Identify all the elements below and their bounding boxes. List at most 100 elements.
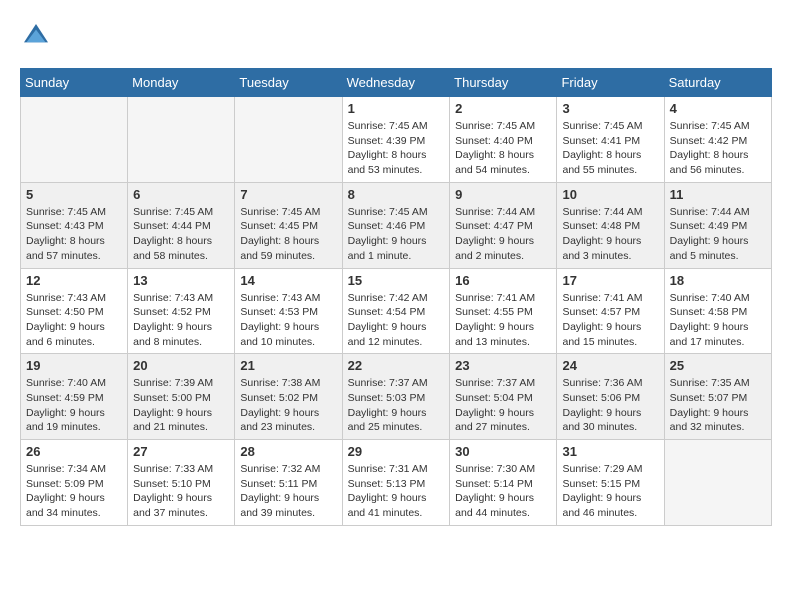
day-info: Sunrise: 7:41 AMSunset: 4:57 PMDaylight:… — [562, 291, 658, 350]
day-number: 5 — [26, 187, 122, 202]
calendar-cell: 3 Sunrise: 7:45 AMSunset: 4:41 PMDaylight… — [557, 97, 664, 183]
weekday-header-tuesday: Tuesday — [235, 69, 342, 97]
calendar-cell: 30Sunrise: 7:30 AMSunset: 5:14 PMDayligh… — [450, 440, 557, 526]
day-number: 8 — [348, 187, 445, 202]
calendar-cell: 2 Sunrise: 7:45 AMSunset: 4:40 PMDaylight… — [450, 97, 557, 183]
calendar-cell: 31 Sunrise: 7:29 AMSunset: 5:15 PMDayligh… — [557, 440, 664, 526]
calendar-cell: 20 Sunrise: 7:39 AMSunset: 5:00 PMDayligh… — [128, 354, 235, 440]
calendar-cell: 10 Sunrise: 7:44 AMSunset: 4:48 PMDayligh… — [557, 182, 664, 268]
day-number: 18 — [670, 273, 766, 288]
day-number: 26 — [26, 444, 122, 459]
day-number: 24 — [562, 358, 658, 373]
day-info: Sunrise: 7:45 AMSunset: 4:39 PMDaylight:… — [348, 119, 445, 178]
day-number: 7 — [240, 187, 336, 202]
logo-icon — [20, 20, 52, 52]
calendar-cell: 9 Sunrise: 7:44 AMSunset: 4:47 PMDaylight… — [450, 182, 557, 268]
calendar-cell: 5 Sunrise: 7:45 AMSunset: 4:43 PMDaylight… — [21, 182, 128, 268]
day-info: Sunrise: 7:42 AMSunset: 4:54 PMDaylight:… — [348, 291, 445, 350]
calendar-cell: 26Sunrise: 7:34 AMSunset: 5:09 PMDayligh… — [21, 440, 128, 526]
day-number: 9 — [455, 187, 551, 202]
day-info: Sunrise: 7:39 AMSunset: 5:00 PMDaylight:… — [133, 376, 229, 435]
calendar-cell: 7 Sunrise: 7:45 AMSunset: 4:45 PMDaylight… — [235, 182, 342, 268]
day-number: 12 — [26, 273, 122, 288]
weekday-header-sunday: Sunday — [21, 69, 128, 97]
calendar-cell: 8 Sunrise: 7:45 AMSunset: 4:46 PMDaylight… — [342, 182, 450, 268]
day-info: Sunrise: 7:43 AMSunset: 4:50 PMDaylight:… — [26, 291, 122, 350]
day-number: 14 — [240, 273, 336, 288]
calendar-cell: 12 Sunrise: 7:43 AMSunset: 4:50 PMDayligh… — [21, 268, 128, 354]
weekday-header-wednesday: Wednesday — [342, 69, 450, 97]
weekday-header-saturday: Saturday — [664, 69, 771, 97]
day-info: Sunrise: 7:45 AMSunset: 4:44 PMDaylight:… — [133, 205, 229, 264]
day-number: 11 — [670, 187, 766, 202]
calendar-cell — [21, 97, 128, 183]
day-number: 13 — [133, 273, 229, 288]
day-info: Sunrise: 7:44 AMSunset: 4:47 PMDaylight:… — [455, 205, 551, 264]
day-info: Sunrise: 7:45 AMSunset: 4:45 PMDaylight:… — [240, 205, 336, 264]
day-info: Sunrise: 7:45 AMSunset: 4:43 PMDaylight:… — [26, 205, 122, 264]
calendar-cell: 29 Sunrise: 7:31 AMSunset: 5:13 PMDayligh… — [342, 440, 450, 526]
day-info: Sunrise: 7:44 AMSunset: 4:48 PMDaylight:… — [562, 205, 658, 264]
calendar-cell: 21 Sunrise: 7:38 AMSunset: 5:02 PMDayligh… — [235, 354, 342, 440]
weekday-header-friday: Friday — [557, 69, 664, 97]
day-number: 6 — [133, 187, 229, 202]
day-number: 16 — [455, 273, 551, 288]
day-info: Sunrise: 7:35 AMSunset: 5:07 PMDaylight:… — [670, 376, 766, 435]
day-info: Sunrise: 7:45 AMSunset: 4:41 PMDaylight:… — [562, 119, 658, 178]
calendar-cell — [664, 440, 771, 526]
day-info: Sunrise: 7:45 AMSunset: 4:46 PMDaylight:… — [348, 205, 445, 264]
day-info: Sunrise: 7:41 AMSunset: 4:55 PMDaylight:… — [455, 291, 551, 350]
calendar-cell: 11 Sunrise: 7:44 AMSunset: 4:49 PMDayligh… — [664, 182, 771, 268]
calendar-week-row: 26Sunrise: 7:34 AMSunset: 5:09 PMDayligh… — [21, 440, 772, 526]
day-info: Sunrise: 7:31 AMSunset: 5:13 PMDaylight:… — [348, 462, 445, 521]
weekday-header-thursday: Thursday — [450, 69, 557, 97]
calendar-cell — [128, 97, 235, 183]
day-number: 29 — [348, 444, 445, 459]
day-number: 20 — [133, 358, 229, 373]
day-info: Sunrise: 7:45 AMSunset: 4:40 PMDaylight:… — [455, 119, 551, 178]
day-info: Sunrise: 7:40 AMSunset: 4:59 PMDaylight:… — [26, 376, 122, 435]
day-number: 3 — [562, 101, 658, 116]
day-info: Sunrise: 7:43 AMSunset: 4:53 PMDaylight:… — [240, 291, 336, 350]
calendar-cell: 16 Sunrise: 7:41 AMSunset: 4:55 PMDayligh… — [450, 268, 557, 354]
day-info: Sunrise: 7:43 AMSunset: 4:52 PMDaylight:… — [133, 291, 229, 350]
day-number: 28 — [240, 444, 336, 459]
day-info: Sunrise: 7:29 AMSunset: 5:15 PMDaylight:… — [562, 462, 658, 521]
day-info: Sunrise: 7:40 AMSunset: 4:58 PMDaylight:… — [670, 291, 766, 350]
calendar-cell — [235, 97, 342, 183]
day-number: 22 — [348, 358, 445, 373]
day-info: Sunrise: 7:45 AMSunset: 4:42 PMDaylight:… — [670, 119, 766, 178]
logo — [20, 20, 56, 52]
day-number: 1 — [348, 101, 445, 116]
weekday-header-monday: Monday — [128, 69, 235, 97]
day-number: 4 — [670, 101, 766, 116]
calendar-cell: 25Sunrise: 7:35 AMSunset: 5:07 PMDayligh… — [664, 354, 771, 440]
day-number: 2 — [455, 101, 551, 116]
calendar-table: SundayMondayTuesdayWednesdayThursdayFrid… — [20, 68, 772, 526]
calendar-cell: 15 Sunrise: 7:42 AMSunset: 4:54 PMDayligh… — [342, 268, 450, 354]
day-info: Sunrise: 7:44 AMSunset: 4:49 PMDaylight:… — [670, 205, 766, 264]
calendar-cell: 4 Sunrise: 7:45 AMSunset: 4:42 PMDaylight… — [664, 97, 771, 183]
day-info: Sunrise: 7:37 AMSunset: 5:04 PMDaylight:… — [455, 376, 551, 435]
day-number: 15 — [348, 273, 445, 288]
calendar-cell: 27Sunrise: 7:33 AMSunset: 5:10 PMDayligh… — [128, 440, 235, 526]
day-number: 27 — [133, 444, 229, 459]
calendar-cell: 22Sunrise: 7:37 AMSunset: 5:03 PMDayligh… — [342, 354, 450, 440]
calendar-cell: 28Sunrise: 7:32 AMSunset: 5:11 PMDayligh… — [235, 440, 342, 526]
calendar-cell: 13 Sunrise: 7:43 AMSunset: 4:52 PMDayligh… — [128, 268, 235, 354]
day-info: Sunrise: 7:36 AMSunset: 5:06 PMDaylight:… — [562, 376, 658, 435]
day-number: 23 — [455, 358, 551, 373]
day-number: 21 — [240, 358, 336, 373]
day-info: Sunrise: 7:38 AMSunset: 5:02 PMDaylight:… — [240, 376, 336, 435]
calendar-cell: 19Sunrise: 7:40 AMSunset: 4:59 PMDayligh… — [21, 354, 128, 440]
calendar-week-row: 5 Sunrise: 7:45 AMSunset: 4:43 PMDaylight… — [21, 182, 772, 268]
day-number: 10 — [562, 187, 658, 202]
calendar-cell: 1 Sunrise: 7:45 AMSunset: 4:39 PMDaylight… — [342, 97, 450, 183]
day-number: 30 — [455, 444, 551, 459]
calendar-cell: 24 Sunrise: 7:36 AMSunset: 5:06 PMDayligh… — [557, 354, 664, 440]
calendar-cell: 17Sunrise: 7:41 AMSunset: 4:57 PMDayligh… — [557, 268, 664, 354]
day-number: 31 — [562, 444, 658, 459]
calendar-cell: 18 Sunrise: 7:40 AMSunset: 4:58 PMDayligh… — [664, 268, 771, 354]
calendar-cell: 14 Sunrise: 7:43 AMSunset: 4:53 PMDayligh… — [235, 268, 342, 354]
calendar-week-row: 1 Sunrise: 7:45 AMSunset: 4:39 PMDaylight… — [21, 97, 772, 183]
